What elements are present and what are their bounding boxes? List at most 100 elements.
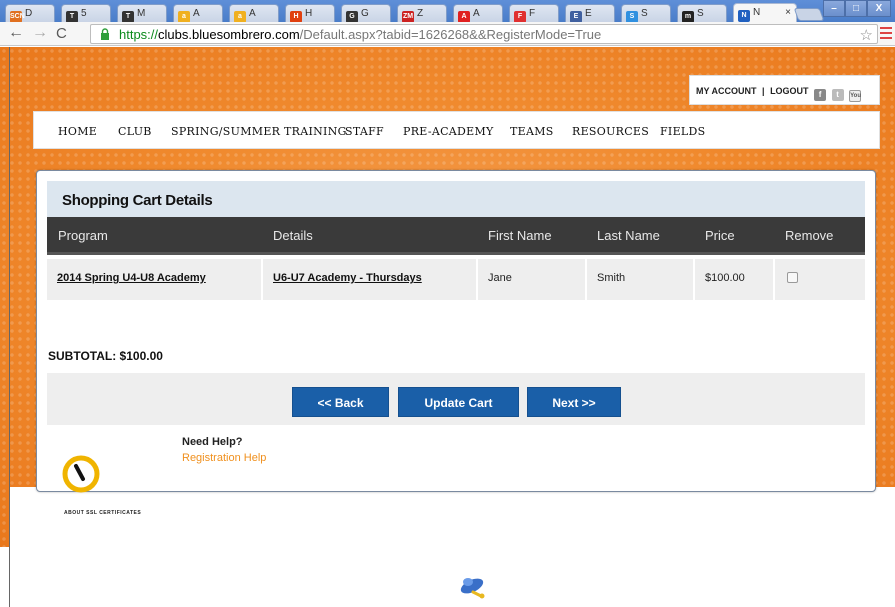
update-cart-button[interactable]: Update Cart bbox=[398, 387, 519, 417]
program-link[interactable]: 2014 Spring U4-U8 Academy bbox=[47, 259, 261, 300]
menu-icon[interactable] bbox=[880, 27, 892, 42]
tab-favicon-icon: H bbox=[290, 11, 302, 22]
registration-help-link[interactable]: Registration Help bbox=[182, 452, 266, 464]
first-name-cell: Jane bbox=[478, 259, 585, 300]
reload-icon[interactable]: C bbox=[56, 25, 67, 42]
shopping-cart-panel: Shopping Cart Details Program Details Fi… bbox=[36, 170, 876, 516]
tab-favicon-icon: N bbox=[738, 10, 750, 22]
url-host: clubs.bluesombrero.com bbox=[158, 27, 300, 42]
subtotal: SUBTOTAL: $100.00 bbox=[48, 349, 163, 363]
nav-item-resources[interactable]: RESOURCES bbox=[572, 125, 649, 138]
logout-link[interactable]: LOGOUT bbox=[770, 86, 809, 96]
window-controls: – □ X bbox=[823, 0, 891, 18]
tab-label: G bbox=[361, 8, 369, 19]
tab-label: S bbox=[641, 8, 648, 19]
browser-tab[interactable]: N N × bbox=[733, 3, 797, 22]
browser-tab[interactable]: T5 bbox=[61, 4, 111, 22]
tab-label: 5 bbox=[81, 8, 87, 19]
facebook-icon[interactable]: f bbox=[814, 89, 827, 101]
tab-favicon-icon: T bbox=[66, 11, 78, 22]
tab-label: A bbox=[193, 8, 200, 19]
price-cell: $100.00 bbox=[695, 259, 773, 300]
url-scheme: https:// bbox=[119, 27, 159, 42]
nav-item-pre-academy[interactable]: PRE-ACADEMY bbox=[403, 125, 494, 138]
ssl-certificates-link[interactable]: ABOUT SSL CERTIFICATES bbox=[64, 510, 141, 516]
header-program: Program bbox=[58, 228, 108, 243]
browser-tab[interactable]: AA bbox=[453, 4, 503, 22]
table-row: 2014 Spring U4-U8 Academy U6-U7 Academy … bbox=[47, 259, 865, 300]
blue-sombrero-logo-icon bbox=[460, 578, 485, 599]
tab-favicon-icon: G bbox=[346, 11, 358, 22]
browser-toolbar: ← → C https://clubs.bluesombrero.com/Def… bbox=[0, 22, 895, 46]
main-navigation: HOME CLUB SPRING/SUMMER TRAINING STAFF P… bbox=[33, 111, 880, 149]
minimize-button[interactable]: – bbox=[823, 0, 845, 17]
browser-tabstrip: SCND T 5 T Ma Aa A H H G G ZM Z A A F F E E S Sm S N N × – □ X bbox=[0, 0, 895, 22]
tab-favicon-icon: F bbox=[514, 11, 526, 22]
page-footer-area bbox=[10, 487, 895, 607]
page-left-edge bbox=[0, 47, 10, 607]
tab-favicon-icon: T bbox=[122, 11, 134, 22]
details-link[interactable]: U6-U7 Academy - Thursdays bbox=[263, 259, 476, 300]
tab-favicon-icon: ZM bbox=[402, 11, 414, 22]
next-button[interactable]: Next >> bbox=[527, 387, 621, 417]
ssl-seal-icon[interactable] bbox=[61, 454, 101, 494]
browser-tab[interactable]: SS bbox=[621, 4, 671, 22]
tab-favicon-icon: m bbox=[682, 11, 694, 22]
forward-arrow-icon[interactable]: → bbox=[32, 24, 48, 42]
nav-item-fields[interactable]: FIELDS bbox=[660, 125, 705, 138]
remove-cell bbox=[775, 259, 865, 300]
back-button[interactable]: << Back bbox=[292, 387, 389, 417]
nav-item-staff[interactable]: STAFF bbox=[345, 125, 384, 138]
table-header-row: Program Details First Name Last Name Pri… bbox=[47, 217, 865, 255]
my-account-link[interactable]: MY ACCOUNT bbox=[696, 86, 757, 96]
tab-favicon-icon: a bbox=[234, 11, 246, 22]
back-arrow-icon[interactable]: ← bbox=[8, 24, 24, 42]
tab-label: F bbox=[529, 8, 536, 19]
new-tab-button[interactable] bbox=[793, 8, 825, 21]
browser-tab[interactable]: TM bbox=[117, 4, 167, 22]
close-window-button[interactable]: X bbox=[867, 0, 891, 17]
browser-tab[interactable]: GG bbox=[341, 4, 391, 22]
twitter-icon[interactable]: t bbox=[831, 89, 844, 101]
tab-favicon-icon: a bbox=[178, 11, 190, 22]
account-bar: MY ACCOUNT | LOGOUT f t You bbox=[689, 75, 880, 105]
cart-table: Program Details First Name Last Name Pri… bbox=[47, 217, 865, 300]
nav-item-home[interactable]: HOME bbox=[58, 125, 97, 138]
browser-tab[interactable]: EE bbox=[565, 4, 615, 22]
tab-label: A bbox=[473, 8, 480, 19]
nav-item-spring-summer-training[interactable]: SPRING/SUMMER TRAINING bbox=[171, 125, 347, 138]
maximize-button[interactable]: □ bbox=[845, 0, 867, 17]
tab-favicon-icon: E bbox=[570, 11, 582, 22]
tab-favicon-icon: A bbox=[458, 11, 470, 22]
tab-close-icon[interactable]: × bbox=[785, 7, 791, 18]
tab-label: E bbox=[585, 8, 592, 19]
youtube-icon[interactable]: You bbox=[849, 90, 862, 102]
need-help-title: Need Help? bbox=[182, 436, 243, 448]
last-name-cell: Smith bbox=[587, 259, 693, 300]
header-remove: Remove bbox=[785, 228, 834, 243]
star-icon[interactable]: ☆ bbox=[860, 26, 873, 44]
url-path: /Default.aspx?tabid=1626268&&RegisterMod… bbox=[299, 27, 602, 42]
tab-label: D bbox=[25, 8, 33, 19]
nav-item-club[interactable]: CLUB bbox=[118, 125, 152, 138]
address-bar[interactable]: https://clubs.bluesombrero.com/Default.a… bbox=[90, 24, 878, 44]
web-page: MY ACCOUNT | LOGOUT f t You HOME CLUB SP… bbox=[0, 47, 895, 607]
cart-title: Shopping Cart Details bbox=[47, 181, 865, 217]
remove-checkbox[interactable] bbox=[787, 272, 798, 283]
browser-tab[interactable]: SCND bbox=[5, 4, 55, 22]
tab-label: S bbox=[697, 8, 704, 19]
tab-label: H bbox=[305, 8, 313, 19]
tab-label: M bbox=[137, 8, 146, 19]
browser-tab[interactable]: aA bbox=[173, 4, 223, 22]
header-last-name: Last Name bbox=[597, 228, 660, 243]
browser-tab[interactable]: HH bbox=[285, 4, 335, 22]
tab-favicon-icon: SCN bbox=[10, 11, 25, 22]
browser-tab[interactable]: ZM Z bbox=[397, 4, 447, 22]
browser-tab[interactable]: aA bbox=[229, 4, 279, 22]
browser-tab[interactable]: mS bbox=[677, 4, 727, 22]
nav-item-teams[interactable]: TEAMS bbox=[510, 125, 554, 138]
tab-label: N bbox=[753, 7, 761, 18]
lock-icon bbox=[101, 28, 109, 40]
browser-tab[interactable]: FF bbox=[509, 4, 559, 22]
tab-favicon-icon: S bbox=[626, 11, 638, 22]
